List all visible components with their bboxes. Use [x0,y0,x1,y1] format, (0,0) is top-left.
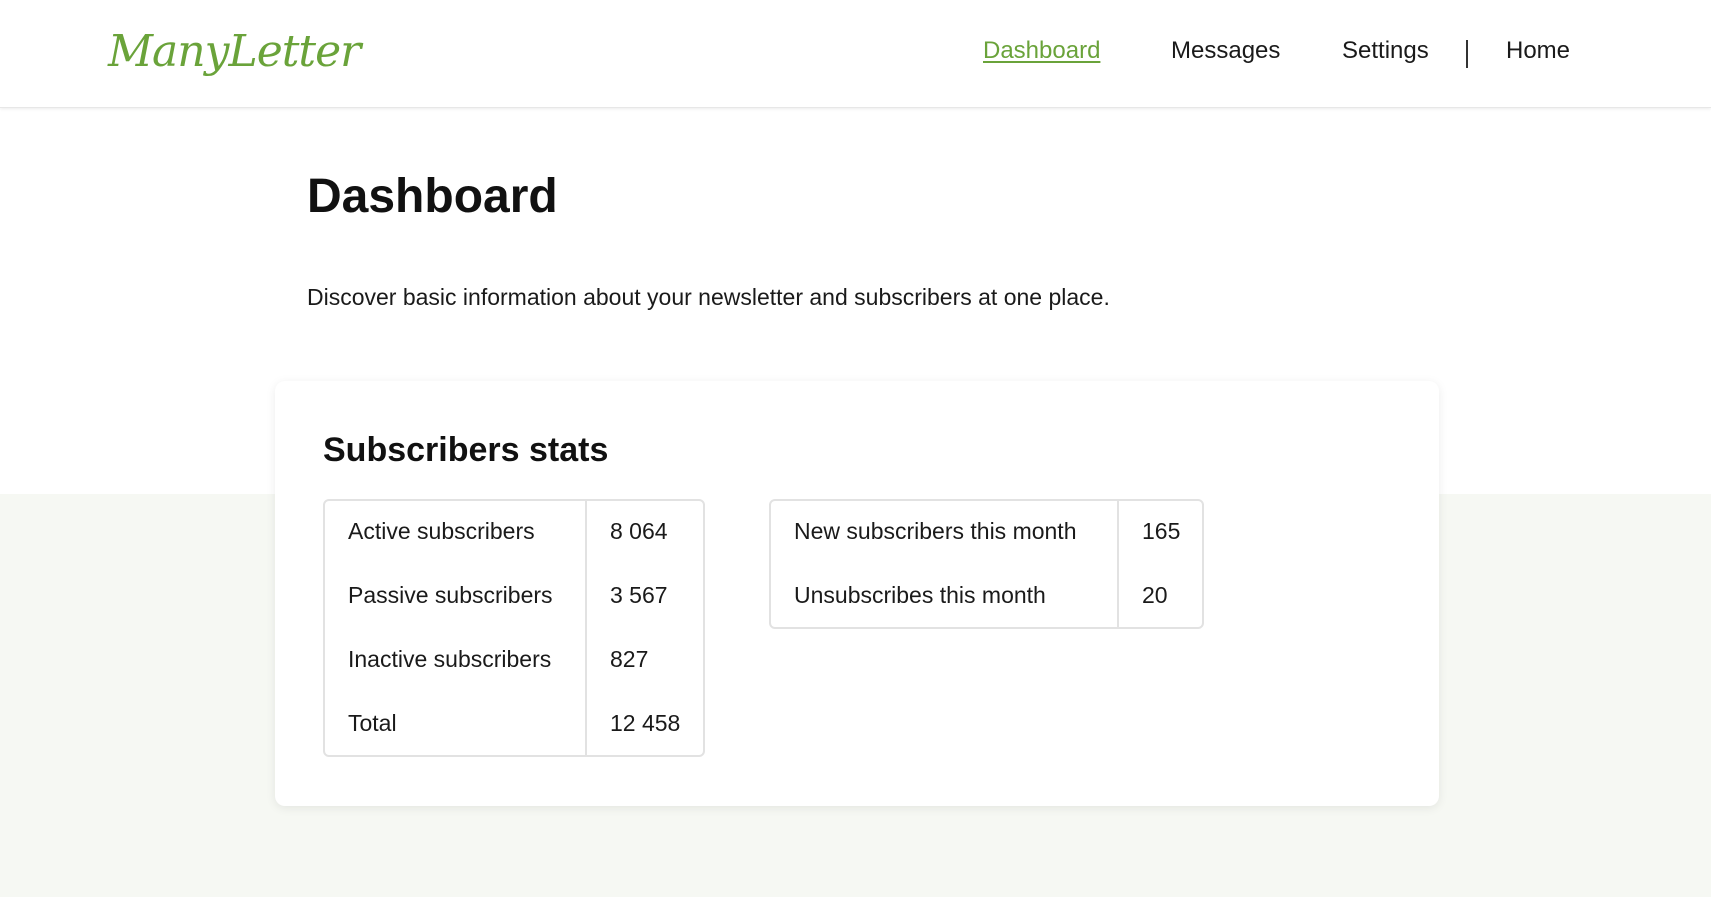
nav-divider [1466,40,1468,68]
row-value: 165 [1142,518,1181,544]
subscriber-counts-table: Active subscribers 8 064 Passive subscri… [323,499,705,757]
table-row: New subscribers this month 165 [771,501,1202,565]
subscribers-stats-card: Subscribers stats Active subscribers 8 0… [275,381,1439,806]
table-row: Active subscribers 8 064 [325,501,703,565]
row-label: Unsubscribes this month [794,582,1046,608]
table-row: Passive subscribers 3 567 [325,565,703,629]
row-label: Inactive subscribers [348,646,552,672]
row-label: Active subscribers [348,518,535,544]
row-value: 12 458 [610,710,681,736]
row-value: 8 064 [610,518,668,544]
row-value: 827 [610,646,649,672]
nav-link-messages[interactable]: Messages [1171,37,1280,69]
card-title: Subscribers stats [323,431,609,469]
top-navigation-bar: ManyLetter Dashboard Messages Settings H… [0,0,1711,108]
nav-link-settings[interactable]: Settings [1342,37,1429,69]
nav-link-home[interactable]: Home [1506,37,1570,69]
table-row: Inactive subscribers 827 [325,629,703,693]
row-label: Total [348,710,397,736]
page-title: Dashboard [307,170,558,223]
nav-link-dashboard[interactable]: Dashboard [983,37,1100,69]
row-label: Passive subscribers [348,582,553,608]
page-description: Discover basic information about your ne… [307,284,1110,310]
table-row: Unsubscribes this month 20 [771,565,1202,627]
row-label: New subscribers this month [794,518,1077,544]
table-row: Total 12 458 [325,693,703,755]
row-value: 3 567 [610,582,668,608]
app-logo[interactable]: ManyLetter [108,26,361,77]
monthly-changes-table: New subscribers this month 165 Unsubscri… [769,499,1204,629]
row-value: 20 [1142,582,1168,608]
